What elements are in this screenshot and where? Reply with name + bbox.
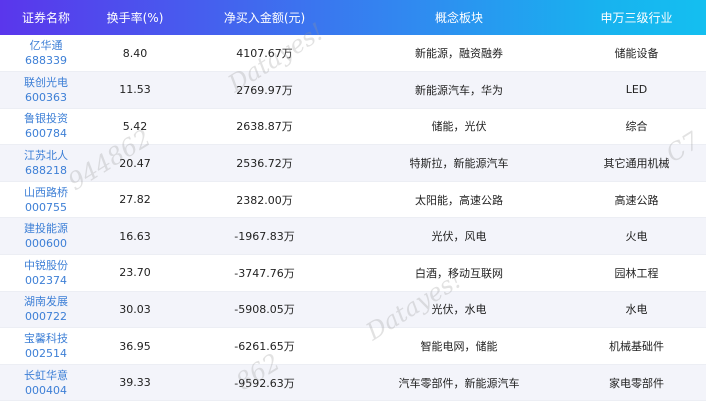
industry-cell: 水电: [567, 291, 706, 329]
industry-cell: 储能设备: [567, 35, 706, 73]
security-name-link[interactable]: 山西路桥: [0, 185, 92, 200]
net-buy-cell: 2536.72万: [178, 144, 351, 182]
turnover-cell: 30.03: [92, 291, 178, 329]
concept-cell: 光伏，风电: [351, 217, 567, 256]
security-name-link[interactable]: 宝馨科技: [0, 331, 92, 346]
concept-cell: 储能，光伏: [351, 108, 567, 146]
security-name-link[interactable]: 长虹华意: [0, 368, 92, 383]
table-body: 亿华通 688339 8.40 4107.67万 新能源，融资融券 储能设备 联创…: [0, 35, 706, 402]
industry-cell: 其它通用机械: [567, 144, 706, 182]
industry-cell: 火电: [567, 217, 706, 256]
turnover-cell: 16.63: [92, 217, 178, 256]
header-turnover-rate: 换手率(%): [106, 11, 164, 25]
security-cell[interactable]: 山西路桥 000755: [0, 181, 92, 219]
security-code-link[interactable]: 600363: [0, 90, 92, 105]
table-row: 江苏北人 688218 20.47 2536.72万 特斯拉，新能源汽车 其它通用…: [0, 144, 706, 182]
security-name-link[interactable]: 亿华通: [0, 38, 92, 53]
security-code-link[interactable]: 002374: [0, 273, 92, 288]
header-net-buy-amount: 净买入金额(元): [223, 11, 306, 25]
concept-cell: 白酒，移动互联网: [351, 254, 567, 292]
security-cell[interactable]: 建投能源 000600: [0, 217, 92, 256]
table-row: 湖南发展 000722 30.03 -5908.05万 光伏，水电 水电: [0, 291, 706, 329]
security-code-link[interactable]: 000722: [0, 309, 92, 324]
net-buy-cell: -1967.83万: [178, 217, 351, 256]
table-row: 建投能源 000600 16.63 -1967.83万 光伏，风电 火电: [0, 217, 706, 256]
concept-cell: 光伏，水电: [351, 291, 567, 329]
security-cell[interactable]: 鲁银投资 600784: [0, 108, 92, 146]
table-row: 亿华通 688339 8.40 4107.67万 新能源，融资融券 储能设备: [0, 35, 706, 73]
industry-cell: LED: [567, 71, 706, 109]
security-cell[interactable]: 长虹华意 000404: [0, 364, 92, 402]
security-name-link[interactable]: 鲁银投资: [0, 111, 92, 126]
security-cell[interactable]: 宝馨科技 002514: [0, 327, 92, 365]
security-cell[interactable]: 联创光电 600363: [0, 71, 92, 109]
net-buy-cell: -3747.76万: [178, 254, 351, 292]
security-code-link[interactable]: 000755: [0, 200, 92, 215]
turnover-cell: 20.47: [92, 144, 178, 182]
concept-cell: 新能源汽车，华为: [351, 71, 567, 109]
table-row: 中锐股份 002374 23.70 -3747.76万 白酒，移动互联网 园林工程: [0, 254, 706, 292]
security-code-link[interactable]: 688218: [0, 163, 92, 178]
concept-cell: 汽车零部件，新能源汽车: [351, 364, 567, 402]
security-code-link[interactable]: 000600: [0, 236, 92, 251]
turnover-cell: 27.82: [92, 181, 178, 219]
security-code-link[interactable]: 688339: [0, 53, 92, 68]
concept-cell: 新能源，融资融券: [351, 35, 567, 73]
table-row: 长虹华意 000404 39.33 -9592.63万 汽车零部件，新能源汽车 家…: [0, 364, 706, 402]
concept-cell: 特斯拉，新能源汽车: [351, 144, 567, 182]
turnover-cell: 11.53: [92, 71, 178, 109]
table-row: 宝馨科技 002514 36.95 -6261.65万 智能电网，储能 机械基础件: [0, 327, 706, 365]
dragon-tiger-table: 证券名称 换手率(%) 净买入金额(元) 概念板块 申万三级行业 亿华通 6883…: [0, 0, 706, 402]
header-concept-sector: 概念板块: [434, 11, 483, 25]
turnover-cell: 5.42: [92, 108, 178, 146]
industry-cell: 家电零部件: [567, 364, 706, 402]
industry-cell: 园林工程: [567, 254, 706, 292]
net-buy-cell: 2638.87万: [178, 108, 351, 146]
net-buy-cell: -9592.63万: [178, 364, 351, 402]
turnover-cell: 23.70: [92, 254, 178, 292]
net-buy-cell: 2382.00万: [178, 181, 351, 219]
security-code-link[interactable]: 000404: [0, 383, 92, 398]
security-cell[interactable]: 江苏北人 688218: [0, 144, 92, 182]
turnover-cell: 39.33: [92, 364, 178, 402]
concept-cell: 智能电网，储能: [351, 327, 567, 365]
table-row: 联创光电 600363 11.53 2769.97万 新能源汽车，华为 LED: [0, 71, 706, 109]
net-buy-cell: -5908.05万: [178, 291, 351, 329]
security-cell[interactable]: 亿华通 688339: [0, 35, 92, 73]
security-code-link[interactable]: 002514: [0, 346, 92, 361]
security-name-link[interactable]: 联创光电: [0, 75, 92, 90]
concept-cell: 太阳能，高速公路: [351, 181, 567, 219]
industry-cell: 综合: [567, 108, 706, 146]
net-buy-cell: -6261.65万: [178, 327, 351, 365]
net-buy-cell: 4107.67万: [178, 35, 351, 73]
security-name-link[interactable]: 中锐股份: [0, 258, 92, 273]
table-row: 山西路桥 000755 27.82 2382.00万 太阳能，高速公路 高速公路: [0, 181, 706, 219]
turnover-cell: 36.95: [92, 327, 178, 365]
security-cell[interactable]: 中锐股份 002374: [0, 254, 92, 292]
header-row: 证券名称 换手率(%) 净买入金额(元) 概念板块 申万三级行业: [0, 0, 706, 35]
industry-cell: 机械基础件: [567, 327, 706, 365]
net-buy-cell: 2769.97万: [178, 71, 351, 109]
table-row: 鲁银投资 600784 5.42 2638.87万 储能，光伏 综合: [0, 108, 706, 146]
table-header: 证券名称 换手率(%) 净买入金额(元) 概念板块 申万三级行业: [0, 0, 706, 35]
industry-cell: 高速公路: [567, 181, 706, 219]
security-name-link[interactable]: 建投能源: [0, 221, 92, 236]
security-name-link[interactable]: 湖南发展: [0, 294, 92, 309]
header-security-name: 证券名称: [21, 11, 70, 25]
turnover-cell: 8.40: [92, 35, 178, 73]
security-name-link[interactable]: 江苏北人: [0, 148, 92, 163]
security-code-link[interactable]: 600784: [0, 126, 92, 141]
security-cell[interactable]: 湖南发展 000722: [0, 291, 92, 329]
header-sw-level3-industry: 申万三级行业: [600, 11, 673, 25]
